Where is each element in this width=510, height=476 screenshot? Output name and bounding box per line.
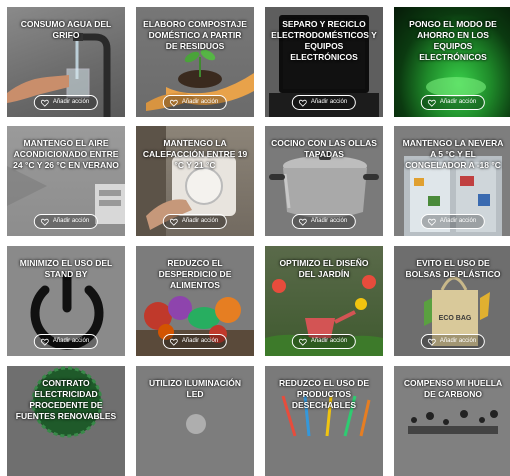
heart-icon xyxy=(40,338,49,346)
action-card-heating[interactable]: MANTENGO LA CALEFACCIÓN ENTRE 19 °C Y 21… xyxy=(136,126,254,236)
add-action-button[interactable]: Añadir acción xyxy=(162,95,228,110)
add-action-label: Añadir acción xyxy=(310,99,348,105)
action-card-food-waste[interactable]: REDUZCO EL DESPERDICIO DE ALIMENTOS Añad… xyxy=(136,246,254,356)
add-action-button[interactable]: Añadir acción xyxy=(33,214,99,229)
heart-icon xyxy=(298,99,307,107)
card-title: MANTENGO LA CALEFACCIÓN ENTRE 19 °C Y 21… xyxy=(142,138,248,170)
add-action-button[interactable]: Añadir acción xyxy=(420,214,486,229)
heart-icon xyxy=(298,218,307,226)
card-title: OPTIMIZO EL DISEÑO DEL JARDÍN xyxy=(279,258,369,279)
add-action-button[interactable]: Añadir acción xyxy=(291,95,357,110)
add-action-button[interactable]: Añadir acción xyxy=(291,214,357,229)
card-title: COMPENSO MI HUELLA DE CARBONO xyxy=(403,378,503,399)
heart-icon xyxy=(427,338,436,346)
card-title: UTILIZO ILUMINACIÓN LED xyxy=(148,378,242,399)
card-title: MANTENGO LA NEVERA A 5 °C Y EL CONGELADO… xyxy=(402,138,504,170)
add-action-button[interactable]: Añadir acción xyxy=(291,334,357,349)
action-card-saving-mode[interactable]: PONGO EL MODO DE AHORRO EN LOS EQUIPOS E… xyxy=(394,7,510,117)
card-title: REDUZCO EL USO DE PRODUCTOS DESECHABLES xyxy=(278,378,370,410)
card-title: CONTRATO ELECTRICIDAD PROCEDENTE DE FUEN… xyxy=(15,378,117,421)
card-title: MANTENGO EL AIRE ACONDICIONADO ENTRE 24 … xyxy=(13,138,119,170)
add-action-label: Añadir acción xyxy=(310,338,348,344)
card-title: MINIMIZO EL USO DEL STAND BY xyxy=(19,258,113,279)
action-card-compost[interactable]: ELABORO COMPOSTAJE DOMÉSTICO A PARTIR DE… xyxy=(136,7,254,117)
add-action-button[interactable]: Añadir acción xyxy=(162,214,228,229)
action-card-fridge-temperature[interactable]: MANTENGO LA NEVERA A 5 °C Y EL CONGELADO… xyxy=(394,126,510,236)
heart-icon xyxy=(298,338,307,346)
bag-text: ECO BAG xyxy=(439,315,472,322)
action-card-tap-water[interactable]: CONSUMO AGUA DEL GRIFO Añadir acción xyxy=(7,7,125,117)
action-card-covered-pots[interactable]: COCINO CON LAS OLLAS TAPADAS Añadir acci… xyxy=(265,126,383,236)
add-action-label: Añadir acción xyxy=(439,99,477,105)
heart-icon xyxy=(40,218,49,226)
add-action-button[interactable]: Añadir acción xyxy=(33,334,99,349)
action-card-plastic-bags[interactable]: ECO BAG EVITO EL USO DE BOLSAS DE PLÁSTI… xyxy=(394,246,510,356)
add-action-label: Añadir acción xyxy=(310,218,348,224)
action-card-standby[interactable]: MINIMIZO EL USO DEL STAND BY Añadir acci… xyxy=(7,246,125,356)
card-title: REDUZCO EL DESPERDICIO DE ALIMENTOS xyxy=(158,258,232,290)
add-action-button[interactable]: Añadir acción xyxy=(162,334,228,349)
action-card-garden-design[interactable]: OPTIMIZO EL DISEÑO DEL JARDÍN Añadir acc… xyxy=(265,246,383,356)
action-card-air-conditioning[interactable]: MANTENGO EL AIRE ACONDICIONADO ENTRE 24 … xyxy=(7,126,125,236)
card-title: EVITO EL USO DE BOLSAS DE PLÁSTICO xyxy=(405,258,501,279)
add-action-label: Añadir acción xyxy=(439,218,477,224)
heart-icon xyxy=(427,218,436,226)
add-action-button[interactable]: Añadir acción xyxy=(33,95,99,110)
add-action-label: Añadir acción xyxy=(181,338,219,344)
card-title: PONGO EL MODO DE AHORRO EN LOS EQUIPOS E… xyxy=(409,19,497,62)
heart-icon xyxy=(169,218,178,226)
action-card-led-lighting[interactable]: UTILIZO ILUMINACIÓN LED xyxy=(136,366,254,476)
heart-icon xyxy=(40,99,49,107)
add-action-label: Añadir acción xyxy=(52,218,90,224)
card-title: COCINO CON LAS OLLAS TAPADAS xyxy=(271,138,377,159)
heart-icon xyxy=(427,99,436,107)
add-action-label: Añadir acción xyxy=(181,218,219,224)
action-card-renewable-electricity[interactable]: CONTRATO ELECTRICIDAD PROCEDENTE DE FUEN… xyxy=(7,366,125,476)
add-action-label: Añadir acción xyxy=(439,338,477,344)
heart-icon xyxy=(169,99,178,107)
add-action-button[interactable]: Añadir acción xyxy=(420,334,486,349)
action-card-disposable-products[interactable]: REDUZCO EL USO DE PRODUCTOS DESECHABLES xyxy=(265,366,383,476)
card-title: CONSUMO AGUA DEL GRIFO xyxy=(20,19,112,40)
add-action-label: Añadir acción xyxy=(52,99,90,105)
actions-grid: CONSUMO AGUA DEL GRIFO Añadir acción ELA… xyxy=(0,0,510,476)
add-action-label: Añadir acción xyxy=(181,99,219,105)
card-title: SEPARO Y RECICLO ELECTRODOMÉSTICOS Y EQU… xyxy=(271,19,377,62)
add-action-button[interactable]: Añadir acción xyxy=(420,95,486,110)
add-action-label: Añadir acción xyxy=(52,338,90,344)
action-card-recycle-electronics[interactable]: SEPARO Y RECICLO ELECTRODOMÉSTICOS Y EQU… xyxy=(265,7,383,117)
heart-icon xyxy=(169,338,178,346)
card-title: ELABORO COMPOSTAJE DOMÉSTICO A PARTIR DE… xyxy=(143,19,247,51)
action-card-carbon-footprint[interactable]: COMPENSO MI HUELLA DE CARBONO xyxy=(394,366,510,476)
